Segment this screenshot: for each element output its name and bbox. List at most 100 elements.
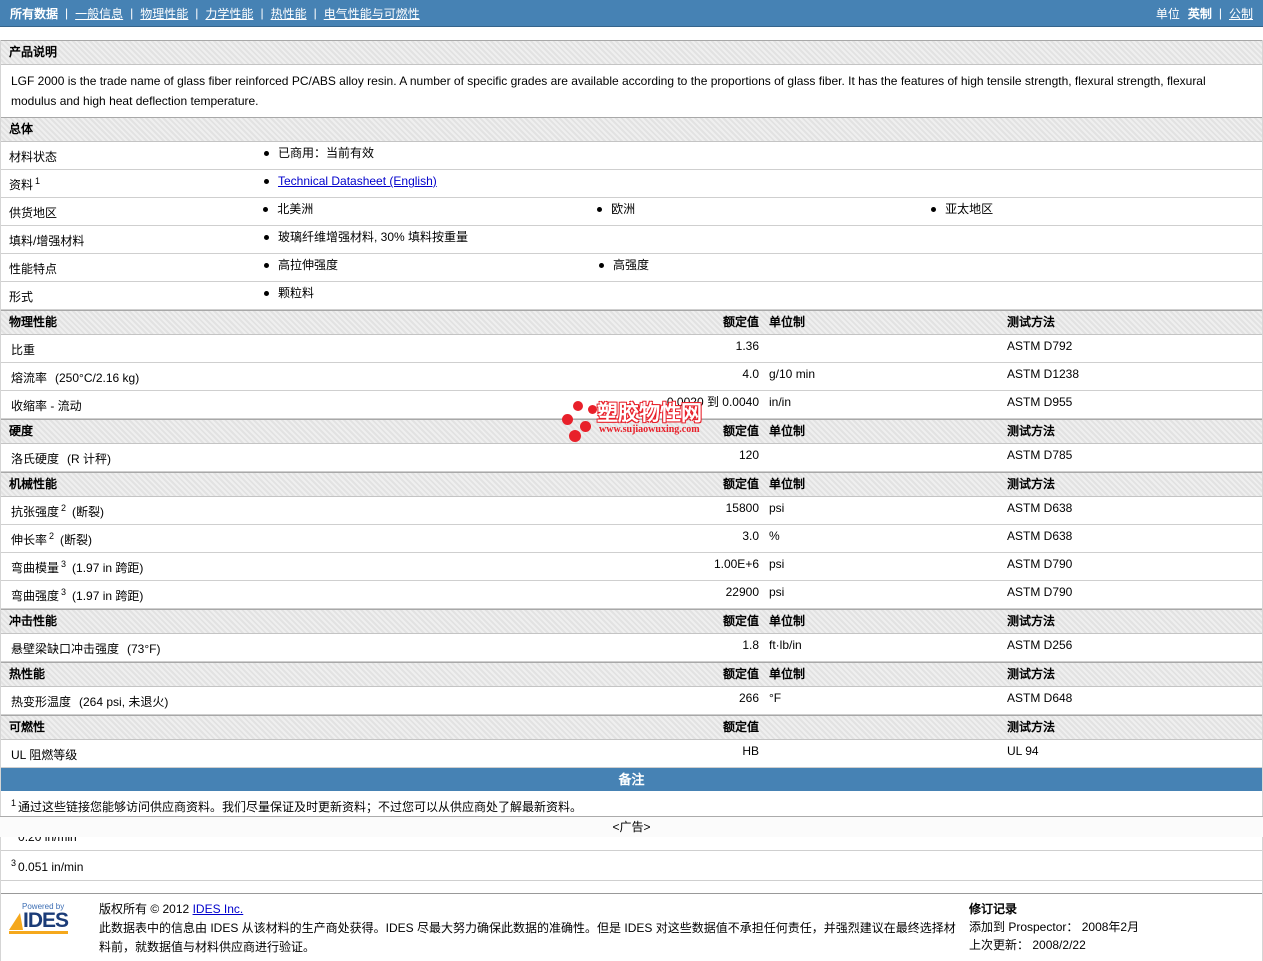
section-header-physical: 物理性能 额定值 单位制 测试方法: [1, 310, 1262, 335]
bullet-icon: [263, 207, 269, 212]
section-header-impact: 冲击性能 额定值 单位制 测试方法: [1, 609, 1262, 634]
bullet-icon: [264, 291, 269, 296]
property-unit: g/10 min: [769, 367, 816, 381]
property-method: UL 94: [1007, 744, 1039, 758]
nav-separator: |: [65, 6, 69, 20]
property-name: 熔流率 (250°C/2.16 kg): [11, 371, 140, 385]
col-header-unit: 单位制: [769, 315, 806, 329]
property-unit: °F: [769, 691, 782, 705]
col-header-value: 额定值: [722, 424, 759, 438]
ides-inc-link[interactable]: IDES Inc.: [193, 902, 244, 916]
general-row: 材料状态 已商用：当前有效: [1, 142, 1262, 170]
col-header-method: 测试方法: [1007, 477, 1056, 491]
nav-links: 所有数据 | 一般信息 | 物理性能 | 力学性能 | 热性能 | 电气性能与可…: [10, 5, 420, 22]
col-header-method: 测试方法: [1007, 315, 1056, 329]
property-row: 抗张强度 2 (断裂) 15800 psi ASTM D638: [1, 497, 1262, 525]
property-unit: in/in: [769, 395, 792, 409]
property-name: 洛氏硬度 (R 计秤): [11, 452, 112, 466]
nav-separator: |: [260, 6, 264, 20]
row-label: 填料/增强材料: [9, 234, 85, 248]
property-name: 热变形温度 (264 psi, 未退火): [11, 695, 169, 709]
property-row: 收缩率 - 流动 0.0020 到 0.0040 in/in ASTM D955: [1, 391, 1262, 419]
bullet-icon: [597, 207, 603, 212]
unit-imperial: 英制: [1187, 6, 1212, 21]
unit-metric-link[interactable]: 公制: [1229, 5, 1253, 22]
property-unit: ft·lb/in: [769, 638, 802, 652]
property-method: ASTM D790: [1007, 557, 1073, 571]
col-header-unit: 单位制: [769, 667, 806, 681]
section-header-hardness: 硬度 额定值 单位制 测试方法: [1, 419, 1262, 444]
col-header-value: 额定值: [722, 614, 759, 628]
property-value: 1.00E+6: [713, 557, 759, 571]
property-row: 热变形温度 (264 psi, 未退火) 266 °F ASTM D648: [1, 687, 1262, 715]
nav-item-electrical-flammability[interactable]: 电气性能与可燃性: [324, 5, 420, 22]
copyright-line: 版权所有 © 2012 IDES Inc.: [99, 902, 244, 916]
property-value: 266: [738, 691, 759, 705]
row-value: 高强度: [613, 258, 650, 272]
section-title: 总体: [9, 122, 34, 136]
property-method: ASTM D790: [1007, 585, 1073, 599]
col-header-unit: 单位制: [769, 477, 806, 491]
section-title: 产品说明: [9, 45, 58, 59]
property-unit: [759, 744, 1007, 763]
col-header-method: 测试方法: [1007, 667, 1056, 681]
property-method: ASTM D955: [1007, 395, 1073, 409]
nav-item-mechanical[interactable]: 力学性能: [205, 5, 253, 22]
general-row: 供货地区 北美洲 欧洲 亚太地区: [1, 198, 1262, 226]
nav-separator: |: [313, 6, 317, 20]
ides-logo-text: IDES: [23, 909, 69, 932]
col-header-value: 额定值: [722, 720, 759, 734]
section-title: 热性能: [9, 667, 46, 681]
property-method: ASTM D1238: [1007, 367, 1080, 381]
section-header-mechanical: 机械性能 额定值 单位制 测试方法: [1, 472, 1262, 497]
property-method: ASTM D785: [1007, 448, 1073, 462]
property-name: 弯曲模量 3 (1.97 in 跨距): [11, 559, 144, 575]
section-title: 机械性能: [9, 477, 58, 491]
property-value: 0.0020 到 0.0040: [666, 395, 759, 409]
footer-text: 版权所有 © 2012 IDES Inc. 此数据表中的信息由 IDES 从该材…: [89, 900, 969, 957]
col-header-unit: [759, 720, 1007, 735]
product-description: LGF 2000 is the trade name of glass fibe…: [11, 74, 1206, 108]
property-name: 伸长率 2 (断裂): [11, 531, 93, 547]
property-value: 120: [738, 448, 759, 462]
row-label: 材料状态: [9, 150, 58, 164]
property-value: 15800: [725, 501, 759, 515]
property-row: 比重 1.36 ASTM D792: [1, 335, 1262, 363]
property-value: 1.36: [735, 339, 759, 353]
row-label: 供货地区: [9, 206, 58, 220]
row-label: 形式: [9, 290, 34, 304]
disclaimer-text: 此数据表中的信息由 IDES 从该材料的生产商处获得。IDES 尽最大努力确保此…: [99, 921, 956, 954]
property-row: 熔流率 (250°C/2.16 kg) 4.0 g/10 min ASTM D12…: [1, 363, 1262, 391]
property-method: ASTM D638: [1007, 529, 1073, 543]
technical-datasheet-link[interactable]: Technical Datasheet (English): [278, 174, 437, 193]
col-header-unit: 单位制: [769, 614, 806, 628]
section-header-general: 总体: [1, 117, 1262, 142]
nav-separator: |: [1218, 6, 1222, 20]
property-name: 比重: [11, 343, 36, 357]
row-value: 已商用：当前有效: [278, 146, 375, 160]
row-value: 北美洲: [277, 202, 314, 216]
row-value: 高拉伸强度: [278, 258, 339, 272]
col-header-method: 测试方法: [1007, 614, 1056, 628]
note-item: 3 0.051 in/min: [1, 851, 1262, 881]
revision-updated: 上次更新： 2008/2/22: [969, 938, 1086, 952]
revision-added: 添加到 Prospector： 2008年2月: [969, 920, 1140, 934]
property-name: 弯曲强度 3 (1.97 in 跨距): [11, 587, 144, 603]
property-unit: psi: [769, 557, 785, 571]
property-row: 伸长率 2 (断裂) 3.0 % ASTM D638: [1, 525, 1262, 553]
property-row: 洛氏硬度 (R 计秤) 120 ASTM D785: [1, 444, 1262, 472]
nav-item-physical[interactable]: 物理性能: [140, 5, 188, 22]
col-header-value: 额定值: [722, 477, 759, 491]
nav-item-thermal[interactable]: 热性能: [271, 5, 307, 22]
top-nav: 所有数据 | 一般信息 | 物理性能 | 力学性能 | 热性能 | 电气性能与可…: [0, 0, 1263, 27]
property-name: 悬壁梁缺口冲击强度 (73°F): [11, 642, 161, 656]
col-header-unit: 单位制: [769, 424, 806, 438]
property-method: ASTM D648: [1007, 691, 1073, 705]
nav-item-general-info[interactable]: 一般信息: [75, 5, 123, 22]
section-title: 硬度: [9, 424, 34, 438]
notes-banner: 备注: [1, 768, 1262, 791]
property-method: ASTM D792: [1007, 339, 1073, 353]
row-value: 玻璃纤维增强材料, 30% 填料按重量: [278, 230, 469, 244]
nav-separator: |: [195, 6, 199, 20]
bullet-icon: [599, 263, 604, 268]
